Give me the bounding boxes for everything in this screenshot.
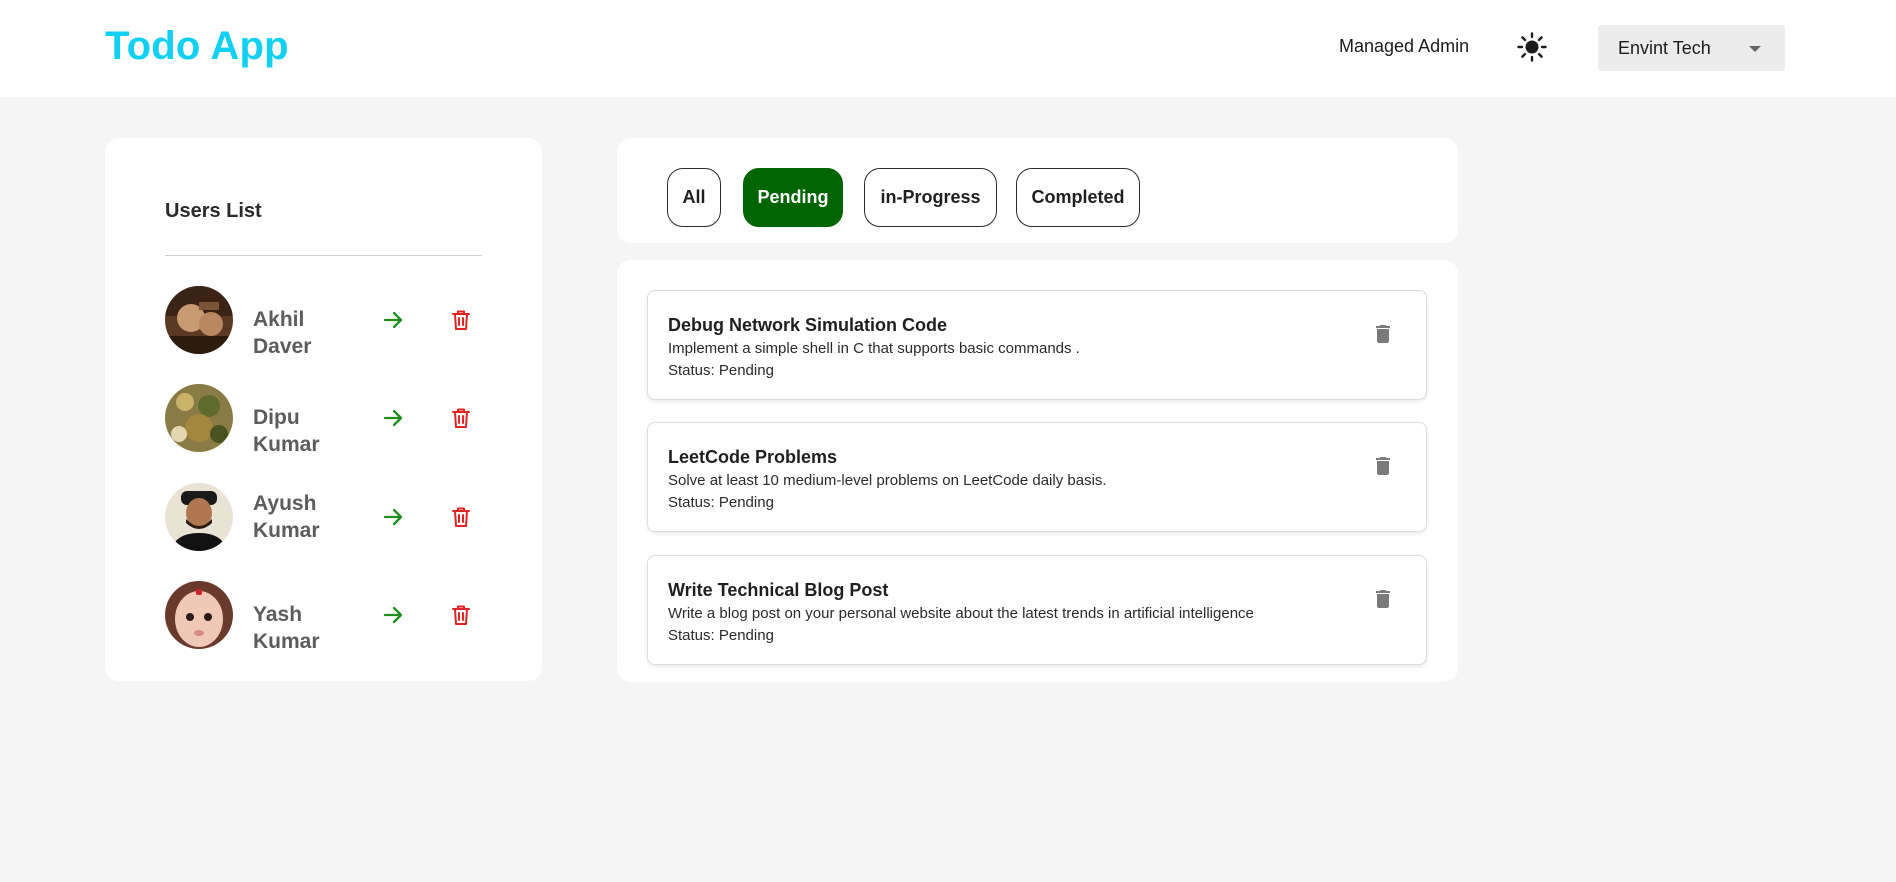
current-user-label: Managed Admin xyxy=(1339,36,1470,56)
organization-select-value: Envint Tech xyxy=(1618,38,1711,58)
app-brand[interactable]: Todo App xyxy=(105,24,289,69)
users-divider xyxy=(165,255,482,256)
trash-outline-icon[interactable] xyxy=(449,406,473,430)
task-status: Status: Pending xyxy=(668,627,774,644)
filter-in-progress-button[interactable]: in-Progress xyxy=(864,168,997,227)
arrow-right-icon[interactable] xyxy=(381,308,405,332)
sun-icon[interactable] xyxy=(1516,31,1548,63)
chevron-down-icon xyxy=(1749,46,1761,52)
filter-completed-button[interactable]: Completed xyxy=(1016,168,1140,227)
trash-outline-icon[interactable] xyxy=(449,505,473,529)
app-header: Todo App Managed Admin Envint Tech xyxy=(0,0,1896,97)
task-description: Write a blog post on your personal websi… xyxy=(668,605,1254,622)
task-status: Status: Pending xyxy=(668,362,774,379)
task-card[interactable]: LeetCode Problems Solve at least 10 medi… xyxy=(647,422,1427,532)
organization-select[interactable]: Envint Tech xyxy=(1598,25,1785,71)
trash-icon[interactable] xyxy=(1371,454,1395,478)
task-card[interactable]: Write Technical Blog Post Write a blog p… xyxy=(647,555,1427,665)
trash-icon[interactable] xyxy=(1371,587,1395,611)
task-description: Implement a simple shell in C that suppo… xyxy=(668,340,1080,357)
user-row: Ayush Kumar xyxy=(165,483,482,551)
user-name: Dipu Kumar xyxy=(253,406,320,456)
user-row: Dipu Kumar xyxy=(165,384,482,456)
avatar xyxy=(165,286,233,354)
filter-pending-button[interactable]: Pending xyxy=(743,168,843,227)
task-title: Write Technical Blog Post xyxy=(668,580,889,600)
task-card[interactable]: Debug Network Simulation Code Implement … xyxy=(647,290,1427,400)
trash-icon[interactable] xyxy=(1371,322,1395,346)
users-list-title: Users List xyxy=(165,200,262,222)
user-row: Yash Kumar xyxy=(165,581,482,653)
arrow-right-icon[interactable] xyxy=(381,603,405,627)
task-title: LeetCode Problems xyxy=(668,447,838,467)
filter-all-button[interactable]: All xyxy=(667,168,721,227)
avatar xyxy=(165,581,233,649)
trash-outline-icon[interactable] xyxy=(449,603,473,627)
arrow-right-icon[interactable] xyxy=(381,406,405,430)
task-description: Solve at least 10 medium-level problems … xyxy=(668,472,1107,489)
avatar xyxy=(165,384,233,452)
tasks-panel: Debug Network Simulation Code Implement … xyxy=(617,260,1458,682)
user-name: Akhil Daver xyxy=(253,308,312,358)
user-name: Ayush Kumar xyxy=(253,492,320,542)
task-status: Status: Pending xyxy=(668,494,774,511)
task-title: Debug Network Simulation Code xyxy=(668,315,948,335)
arrow-right-icon[interactable] xyxy=(381,505,405,529)
avatar xyxy=(165,483,233,551)
status-filter-bar: All Pending in-Progress Completed xyxy=(617,138,1458,243)
trash-outline-icon[interactable] xyxy=(449,308,473,332)
user-name: Yash Kumar xyxy=(253,603,320,653)
users-panel: Users List Akhil Daver Dipu Kumar Ayush … xyxy=(105,138,542,681)
user-row: Akhil Daver xyxy=(165,286,482,358)
